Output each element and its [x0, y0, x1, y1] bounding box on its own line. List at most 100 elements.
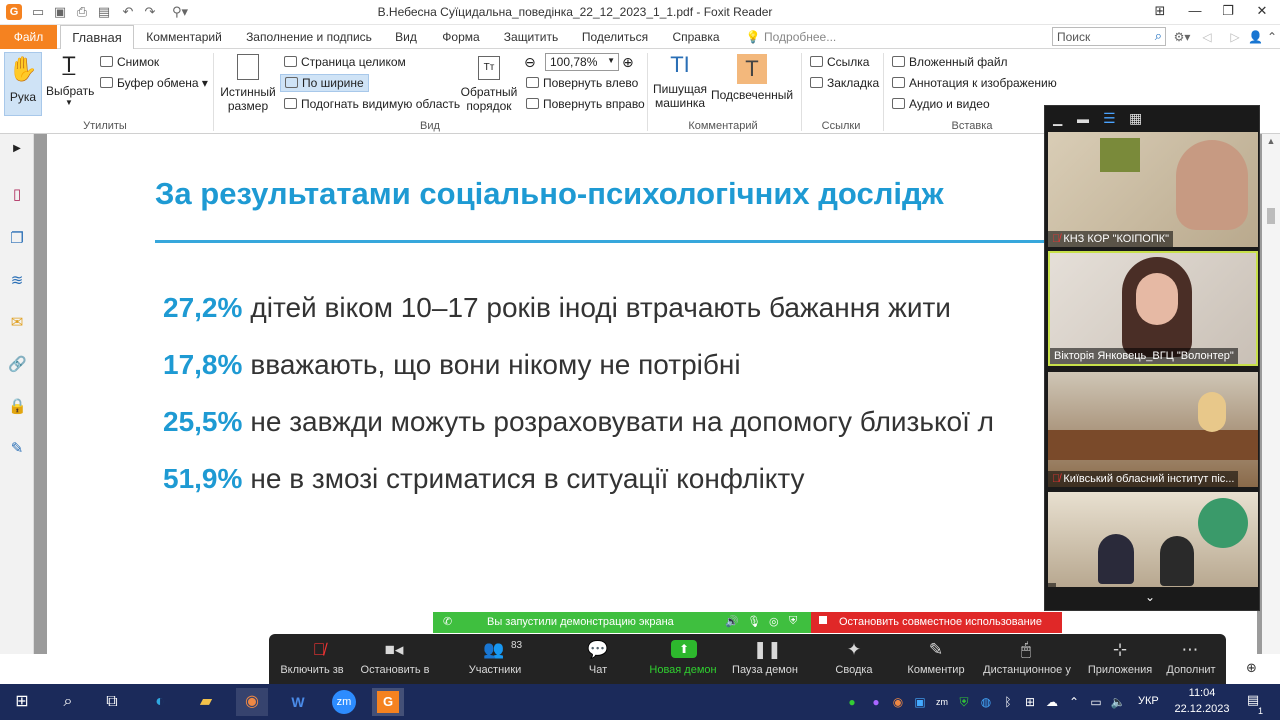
search-input[interactable]: Поиск — [1057, 30, 1090, 44]
fit-width-button[interactable]: По ширине — [280, 74, 369, 92]
clipboard-button[interactable]: Буфер обмена ▾ — [100, 76, 208, 90]
speaker-view-icon[interactable]: ☰ — [1103, 110, 1116, 127]
chevron-down-icon[interactable]: ⌄ — [1145, 590, 1155, 604]
maximize-button[interactable]: ❐ — [1218, 3, 1238, 21]
task-view-icon[interactable]: ⧉ — [96, 688, 128, 716]
mic-muted-icon[interactable]: 🎙̸ — [301, 640, 337, 660]
unmute-button[interactable]: Включить зв — [277, 664, 347, 676]
video-tile[interactable]: 🎙̸ КНЗ КОР "КОІПОПК" — [1048, 132, 1258, 247]
video-icon[interactable]: ■◂ — [379, 640, 409, 660]
snapshot-button[interactable]: Снимок — [100, 55, 159, 69]
record-icon[interactable]: ◎ — [769, 615, 779, 628]
tray-onedrive-icon[interactable]: ☁ — [1042, 688, 1062, 716]
reflow-button[interactable]: Tт Обратный порядок — [460, 52, 518, 116]
image-annotation-button[interactable]: Аннотация к изображению — [892, 76, 1057, 90]
back-icon[interactable]: ◁ — [1200, 25, 1214, 49]
video-tile[interactable] — [1048, 492, 1258, 587]
audio-video-button[interactable]: Аудио и видео — [892, 97, 990, 111]
keyboard-language[interactable]: УКР — [1138, 695, 1159, 707]
pause-share-button[interactable]: Пауза демон — [727, 664, 803, 676]
tray-network-icon[interactable]: ▭ — [1086, 688, 1106, 716]
fit-page-button[interactable]: Страница целиком — [284, 55, 406, 69]
tab-form[interactable]: Форма — [438, 25, 484, 49]
more-button[interactable]: Дополнит — [1161, 664, 1221, 676]
search-icon[interactable]: ⌕ — [1155, 28, 1162, 44]
actual-size-button[interactable]: Истинный размер — [220, 52, 276, 116]
comments-icon[interactable]: ✉ — [8, 314, 26, 332]
tell-me-field[interactable]: Подробнее... — [764, 25, 844, 49]
remote-control-icon[interactable]: 🖱 — [1013, 640, 1039, 660]
tray-viber-icon[interactable]: ● — [866, 688, 886, 716]
remote-control-button[interactable]: Дистанционное у — [975, 664, 1079, 676]
rotate-left-button[interactable]: Повернуть влево — [526, 76, 638, 90]
search-icon[interactable]: ⌕ — [52, 688, 84, 716]
apps-icon[interactable]: ⊹ — [1107, 640, 1133, 660]
tray-app-icon[interactable]: ▣ — [910, 688, 930, 716]
pause-icon[interactable]: ❚❚ — [753, 640, 782, 660]
hand-tool-button[interactable]: ✋ Рука — [4, 52, 42, 116]
video-tile[interactable]: 🎙̸ Київський обласний інститут піс... — [1048, 372, 1258, 487]
foxit-icon[interactable]: G — [372, 688, 404, 716]
edge-icon[interactable]: ◐ — [144, 688, 176, 716]
tray-chevron-up-icon[interactable]: ⌃ — [1064, 688, 1084, 716]
start-icon[interactable]: ⊞ — [6, 688, 38, 716]
tab-protect[interactable]: Защитить — [500, 25, 562, 49]
expand-pane-icon[interactable]: ▶ — [8, 140, 26, 158]
account-icon[interactable]: 👤 — [1248, 25, 1263, 49]
tab-help[interactable]: Справка — [668, 25, 724, 49]
scroll-thumb[interactable] — [1267, 208, 1275, 224]
typewriter-button[interactable]: TI Пишущая машинка — [653, 52, 707, 116]
tell-me-icon[interactable]: 💡 — [744, 25, 762, 49]
summary-icon[interactable]: ✦ — [841, 640, 867, 660]
tray-security-icon[interactable]: ⛨ — [954, 688, 974, 716]
tray-shield-icon[interactable]: ● — [842, 688, 862, 716]
file-explorer-icon[interactable]: ▰ — [190, 688, 222, 716]
tray-zoom-icon[interactable]: zm — [932, 688, 952, 716]
zoom-in-icon[interactable]: ⊕ — [622, 54, 634, 71]
stop-video-button[interactable]: Остановить в — [357, 664, 433, 676]
chat-button[interactable]: Чат — [573, 664, 623, 676]
apps-button[interactable]: Приложения — [1083, 664, 1157, 676]
participants-icon[interactable]: 👥 — [479, 640, 509, 660]
minimize-button[interactable]: — — [1185, 3, 1205, 21]
zoom-in-page-icon[interactable]: ⊕ — [1246, 660, 1257, 676]
chrome-icon[interactable]: ◉ — [236, 688, 268, 716]
tray-volume-icon[interactable]: 🔈 — [1108, 688, 1128, 716]
tab-fill-sign[interactable]: Заполнение и подпись — [240, 25, 378, 49]
zoom-select[interactable]: 100,78% ▼ — [545, 53, 619, 71]
participants-button[interactable]: Участники — [459, 664, 531, 676]
security-icon[interactable]: 🔒 — [8, 398, 27, 416]
search-box[interactable]: Поиск ⌕ — [1052, 27, 1166, 46]
zoom-out-icon[interactable]: ⊖ — [524, 54, 536, 71]
video-tile[interactable]: Вікторія Янковець_ВГЦ "Волонтер" — [1048, 251, 1258, 366]
tab-comment[interactable]: Комментарий — [144, 25, 224, 49]
vertical-scrollbar[interactable]: ▲ — [1262, 134, 1280, 654]
tray-chrome-icon[interactable]: ◉ — [888, 688, 908, 716]
tab-home[interactable]: Главная — [60, 25, 134, 50]
more-icon[interactable]: ⋯ — [1177, 640, 1203, 660]
clock-date[interactable]: 22.12.2023 — [1170, 703, 1234, 715]
fit-visible-button[interactable]: Подогнать видимую область — [284, 97, 460, 111]
tab-view[interactable]: Вид — [390, 25, 422, 49]
annotate-icon[interactable]: ✎ — [923, 640, 949, 660]
collapse-ribbon-icon[interactable]: ⌃ — [1266, 25, 1278, 49]
new-share-button[interactable]: Новая демон — [645, 664, 721, 676]
annotate-button[interactable]: Комментир — [899, 664, 973, 676]
tray-bluetooth-icon[interactable]: ᛒ — [998, 688, 1018, 716]
summary-button[interactable]: Сводка — [821, 664, 887, 676]
ribbon-options-icon[interactable]: ⊞ — [1150, 3, 1170, 21]
scroll-up-icon[interactable]: ▲ — [1262, 136, 1280, 146]
gear-icon[interactable]: ⚙▾ — [1170, 25, 1194, 49]
attach-file-button[interactable]: Вложенный файл — [892, 55, 1008, 69]
layers-icon[interactable]: ≋ — [8, 272, 26, 290]
minimize-video-icon[interactable]: ▁ — [1053, 112, 1062, 126]
bookmark-button[interactable]: Закладка — [810, 76, 879, 90]
stop-share-button[interactable]: Остановить совместное использование — [811, 612, 1062, 633]
mic-icon[interactable]: 🎙 — [747, 615, 761, 628]
link-button[interactable]: Ссылка — [810, 55, 869, 69]
shield-icon[interactable]: ⛨ — [789, 615, 797, 628]
page-thumbnails-icon[interactable]: ▯ — [8, 186, 26, 204]
select-tool-button[interactable]: T̲ Выбрать ▼ — [46, 52, 94, 116]
share-icon[interactable]: ⬆ — [671, 640, 697, 658]
pages-icon[interactable]: ❐ — [8, 230, 26, 248]
